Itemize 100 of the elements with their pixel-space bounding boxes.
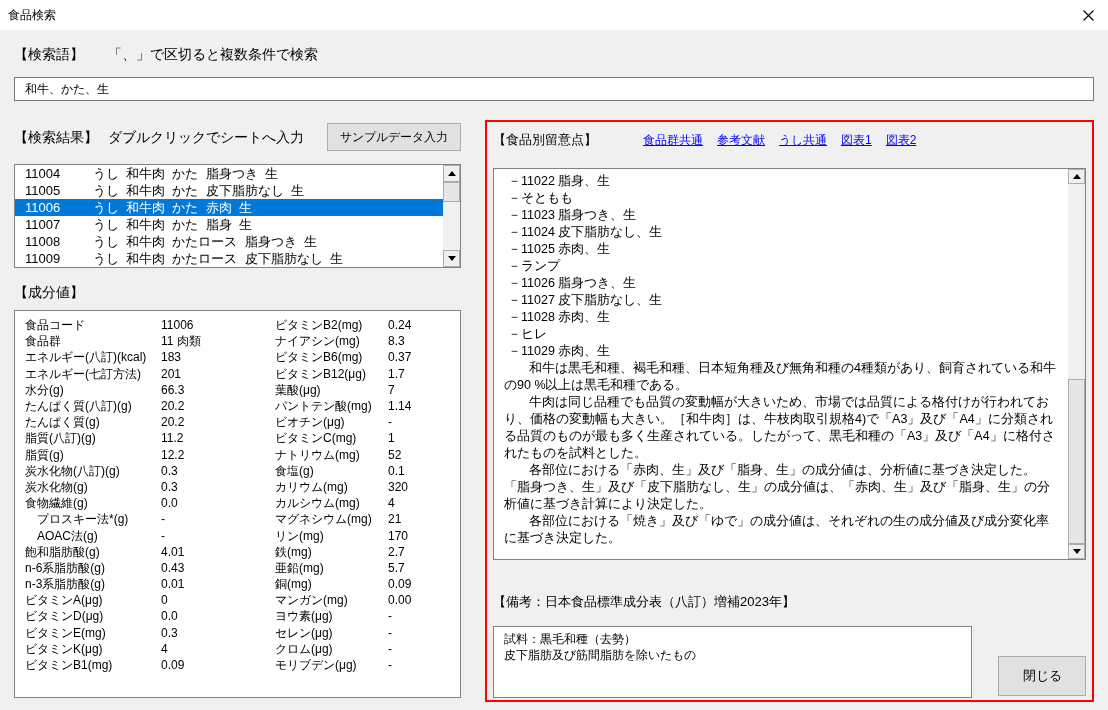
note-paragraph: 牛肉は同じ品種でも品質の変動幅が大きいため、市場では品質による格付けが行われており、価格の変動幅も大きい。［和牛肉］は、牛枝肉取引規格4)で「A3」及び「A4」に分類される品質のものが最も多く生産されている。したがって、黒毛和種の「A3」及び「A4」に格付されたものを試料とした。 xyxy=(504,394,1056,462)
nutrient-label: ビタミンC(mg) xyxy=(275,432,358,445)
scroll-up-icon[interactable] xyxy=(1068,169,1085,184)
nutrient-label: プロスキー法*(g) xyxy=(36,513,130,526)
nutrient-value: 11006 xyxy=(161,319,195,332)
nutrient-label: たんぱく質(八訂)(g) xyxy=(25,400,133,413)
nutrient-value: 0.0 xyxy=(161,497,179,510)
nutrient-value: 0.09 xyxy=(161,659,186,672)
nutrient-label: エネルギー(八訂)(kcal) xyxy=(25,351,148,364)
nutrient-value: 0.37 xyxy=(388,351,412,364)
nutrient-value: 11.2 xyxy=(161,432,185,445)
nutrient-label: セレン(μg) xyxy=(275,626,334,639)
window-title: 食品検索 xyxy=(8,7,56,24)
note-line: －ヒレ xyxy=(507,326,548,343)
scroll-down-icon[interactable] xyxy=(1068,544,1085,559)
remark-line: 皮下脂肪及び筋間脂肪を除いたもの xyxy=(504,647,697,663)
nutrient-value: - xyxy=(161,529,166,542)
search-field[interactable]: 和牛、かた、生 xyxy=(14,77,1094,101)
nutrient-value: - xyxy=(388,626,392,639)
result-row[interactable]: 11005 うし 和牛肉 かた 皮下脂肪なし 生 xyxy=(15,182,443,199)
scroll-thumb[interactable] xyxy=(1068,379,1085,544)
nutrient-label: カルシウム(mg) xyxy=(275,497,361,510)
nutrient-label: カリウム(mg) xyxy=(275,480,349,493)
note-line: －11027 皮下脂肪なし、生 xyxy=(507,292,664,309)
nutrient-value: 66.3 xyxy=(161,383,186,396)
nutrient-label: ビオチン(μg) xyxy=(275,416,346,429)
nutrient-label: ビタミンB12(μg) xyxy=(275,367,367,380)
nutrient-label: マンガン(mg) xyxy=(275,594,349,607)
nutrient-value: 0.3 xyxy=(161,626,179,639)
nutrient-value: 20.2 xyxy=(161,416,186,429)
result-row[interactable]: 11009 うし 和牛肉 かたロース 皮下脂肪なし 生 xyxy=(15,250,443,267)
scroll-bar[interactable] xyxy=(443,165,460,267)
nutrient-label: 銅(mg) xyxy=(275,578,313,591)
nutrient-label: ナイアシン(mg) xyxy=(275,335,361,348)
nutrient-value: 0 xyxy=(161,594,169,607)
nutrient-value: 52 xyxy=(388,448,402,461)
nutrient-value: 170 xyxy=(388,529,409,542)
nutrient-label: AOAC法(g) xyxy=(36,529,99,542)
search-label: 【検索語】 xyxy=(14,44,84,64)
nutrient-value: - xyxy=(388,659,392,672)
nutrient-value: - xyxy=(388,642,392,655)
nutrient-label: 亜鉛(mg) xyxy=(275,561,325,574)
nutrient-value: 21 xyxy=(388,513,402,526)
nutrient-label: ビタミンE(mg) xyxy=(25,626,107,639)
nutrient-label: ビタミンB6(mg) xyxy=(275,351,364,364)
reference-link[interactable]: 図表2 xyxy=(885,131,917,149)
nutrient-label: 炭水化物(g) xyxy=(25,480,89,493)
nutrient-value: 0.3 xyxy=(161,480,179,493)
scroll-up-icon[interactable] xyxy=(443,165,460,182)
nutrient-label: エネルギー(七訂方法) xyxy=(25,367,142,380)
reference-link[interactable]: 参考文献 xyxy=(717,131,765,149)
result-row[interactable]: 11006 うし 和牛肉 かた 赤肉 生 xyxy=(15,199,443,216)
nutrient-value: 0.00 xyxy=(388,594,412,607)
nutrient-value: 5.7 xyxy=(388,561,405,574)
nutrient-label: たんぱく質(g) xyxy=(25,416,101,429)
results-label: 【検索結果】 xyxy=(14,127,98,147)
nutrient-value: 12.2 xyxy=(161,448,186,461)
search-hint: 「、」で区切ると複数条件で検索 xyxy=(108,44,318,64)
result-row[interactable]: 11007 うし 和牛肉 かた 脂身 生 xyxy=(15,216,443,233)
nutrient-value: 320 xyxy=(388,480,409,493)
nutrient-label: マグネシウム(mg) xyxy=(275,513,373,526)
scroll-bar[interactable] xyxy=(1068,169,1085,559)
results-hint: ダブルクリックでシートへ入力 xyxy=(108,127,304,147)
nutrient-label: ビタミンD(μg) xyxy=(25,610,105,623)
reference-link[interactable]: 食品群共通 xyxy=(643,131,703,149)
nutrient-label: 鉄(mg) xyxy=(275,545,313,558)
sample-data-button[interactable]: サンプルデータ入力 xyxy=(327,123,461,151)
nutrient-value: 20.2 xyxy=(161,400,186,413)
scroll-down-icon[interactable] xyxy=(443,250,460,267)
close-button[interactable]: 閉じる xyxy=(998,656,1086,696)
nutrient-value: 183 xyxy=(161,351,183,364)
nutrient-label: 炭水化物(八訂)(g) xyxy=(25,464,121,477)
nutrient-label: 脂質(g) xyxy=(25,448,65,461)
nutrient-label: n-6系脂肪酸(g) xyxy=(25,561,106,574)
nutrient-label: ビタミンB2(mg) xyxy=(275,319,364,332)
result-row[interactable]: 11004 うし 和牛肉 かた 脂身つき 生 xyxy=(15,165,443,182)
nutrient-value: 0.3 xyxy=(161,464,179,477)
note-paragraph: 各部位における「赤肉、生」及び「脂身、生」の成分値は、分析値に基づき決定した。「脂身つき、生」及び「皮下脂肪なし、生」の成分値は、「赤肉、生」及び「脂身、生」の分析値に基づき計算により決定した。 xyxy=(504,462,1051,513)
nutrient-value: 0.09 xyxy=(388,578,412,591)
nutrient-value: 0.43 xyxy=(161,561,186,574)
nutrient-label: ビタミンK(μg) xyxy=(25,642,104,655)
note-line: －11026 脂身つき、生 xyxy=(507,275,638,292)
nutrient-value: 4.01 xyxy=(161,545,186,558)
nutrient-value: 0.0 xyxy=(161,610,179,623)
nutrient-label: 食品コード xyxy=(25,319,86,332)
result-row[interactable]: 11008 うし 和牛肉 かたロース 脂身つき 生 xyxy=(15,233,443,250)
reference-link[interactable]: 図表1 xyxy=(841,131,872,149)
note-line: －11028 赤肉、生 xyxy=(507,309,612,326)
nutrient-value: 4 xyxy=(161,642,169,655)
scroll-thumb[interactable] xyxy=(443,182,460,202)
notes-label: 【食品別留意点】 xyxy=(493,131,598,150)
nutrient-value: 1.7 xyxy=(388,367,405,380)
note-paragraph: 和牛は黒毛和種、褐毛和種、日本短角種及び無角和種の4種類があり、飼育されている和牛の90 %以上は黒毛和種である。 xyxy=(504,360,1057,394)
nutrient-value: 2.7 xyxy=(388,545,405,558)
reference-link[interactable]: うし共通 xyxy=(779,131,827,149)
nutrient-label: 葉酸(μg) xyxy=(275,383,322,396)
nutrient-label: パントテン酸(mg) xyxy=(275,400,373,413)
nutrient-label: ナトリウム(mg) xyxy=(275,448,361,461)
note-line: －11025 赤肉、生 xyxy=(507,241,612,258)
nutrient-label: 脂質(八訂)(g) xyxy=(25,432,97,445)
